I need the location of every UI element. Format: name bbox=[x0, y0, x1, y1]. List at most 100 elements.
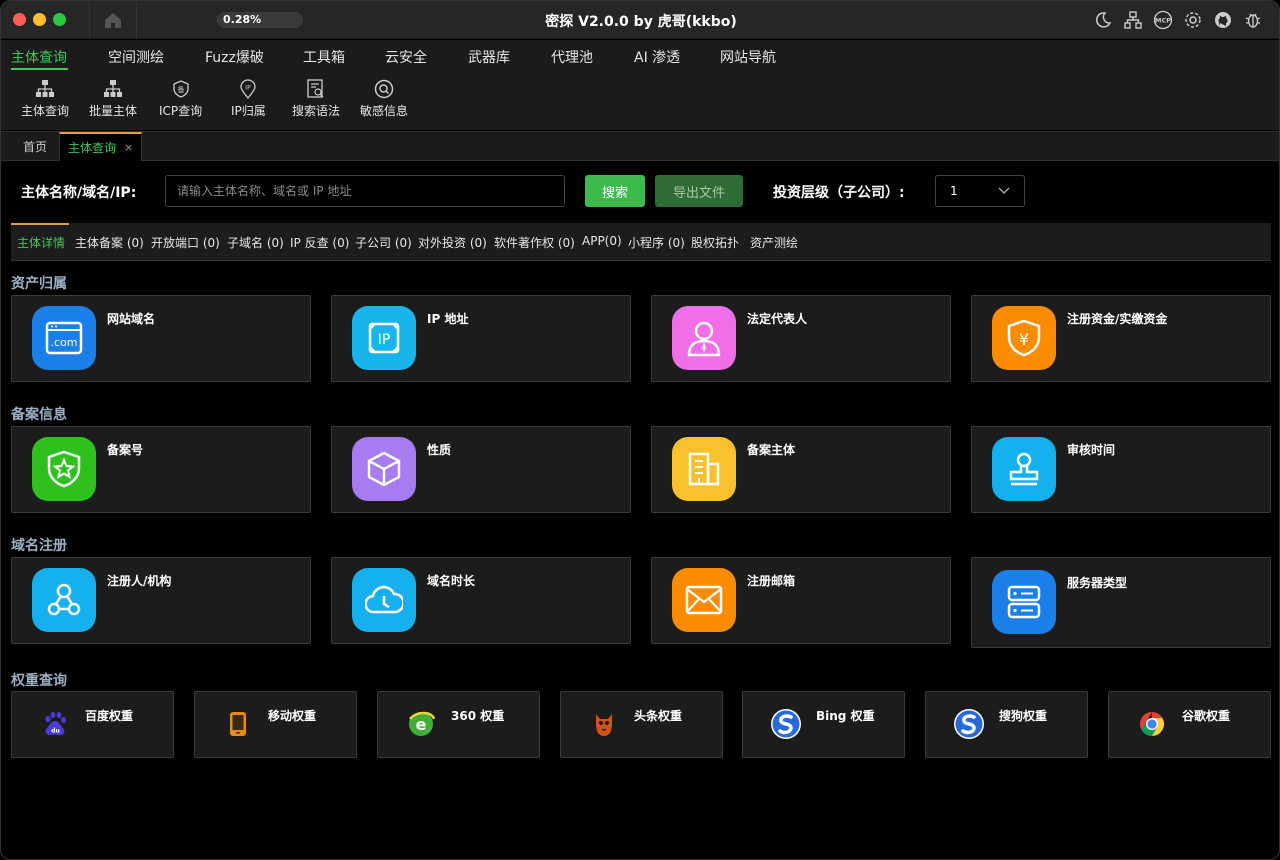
menu-item-fuzz[interactable]: Fuzz爆破 bbox=[205, 47, 264, 67]
card-label: 性质 bbox=[427, 443, 452, 457]
invest-level-select[interactable]: 1 bbox=[935, 175, 1025, 207]
card-domain-age[interactable]: 域名时长 bbox=[331, 557, 631, 644]
tab-entity-query[interactable]: 主体查询 × bbox=[59, 132, 143, 161]
tool-ip-location[interactable]: IP IP归属 bbox=[231, 79, 266, 119]
svg-text:e: e bbox=[416, 715, 427, 734]
subtab-subsidiaries[interactable]: 子公司 (0) bbox=[355, 234, 412, 251]
menu-item-cloud-security[interactable]: 云安全 bbox=[385, 47, 427, 67]
card-label: 注册资金/实缴资金 bbox=[1067, 312, 1168, 326]
card-nature[interactable]: 性质 bbox=[331, 426, 631, 513]
card-label: 域名时长 bbox=[427, 574, 476, 588]
search-input[interactable] bbox=[165, 175, 565, 207]
tool-label: IP归属 bbox=[231, 104, 266, 118]
share-icon bbox=[32, 568, 96, 632]
card-label: 注册人/机构 bbox=[107, 574, 172, 588]
weight-card-mobile[interactable]: 移动权重 bbox=[194, 691, 357, 758]
ip-pin-icon: IP bbox=[240, 79, 257, 99]
close-icon[interactable]: × bbox=[124, 141, 133, 154]
org-chart-icon bbox=[36, 80, 54, 97]
section-title-weights: 权重查询 bbox=[11, 673, 67, 689]
tool-entity-query[interactable]: 主体查询 bbox=[21, 79, 69, 119]
card-label: 注册邮箱 bbox=[747, 574, 796, 588]
moon-icon[interactable] bbox=[1093, 10, 1113, 30]
ip-icon: IP bbox=[352, 306, 416, 370]
tool-batch-entity[interactable]: 批量主体 bbox=[89, 79, 137, 119]
shield-star-icon bbox=[32, 437, 96, 501]
card-label: 备案号 bbox=[107, 443, 144, 457]
subtab-entity-filing[interactable]: 主体备案 (0) bbox=[75, 234, 144, 251]
server-icon bbox=[992, 570, 1056, 634]
card-server-type[interactable]: 服务器类型 bbox=[971, 557, 1271, 648]
baidu-icon: du bbox=[39, 708, 71, 740]
weight-card-360[interactable]: e 360 权重 bbox=[377, 691, 540, 758]
subtab-software-copyright[interactable]: 软件著作权 (0) bbox=[494, 234, 575, 251]
card-filing-number[interactable]: 备案号 bbox=[11, 426, 311, 513]
svg-text:IP: IP bbox=[246, 85, 252, 92]
subtab-mini-program[interactable]: 小程序 (0) bbox=[628, 234, 685, 251]
svg-text:.com: .com bbox=[51, 336, 78, 349]
person-icon bbox=[672, 306, 736, 370]
card-registrant[interactable]: 注册人/机构 bbox=[11, 557, 311, 644]
sitemap-icon[interactable] bbox=[1123, 10, 1143, 30]
card-label: 网站域名 bbox=[107, 312, 156, 326]
card-website-domain[interactable]: .com 网站域名 bbox=[11, 295, 311, 382]
card-review-time[interactable]: 审核时间 bbox=[971, 426, 1271, 513]
weight-card-bing[interactable]: Bing 权重 bbox=[742, 691, 905, 758]
document-search-icon bbox=[307, 79, 324, 98]
card-filing-entity[interactable]: 备案主体 bbox=[651, 426, 951, 513]
menu-item-entity-query[interactable]: 主体查询 bbox=[11, 47, 67, 67]
gear-icon[interactable] bbox=[1183, 10, 1203, 30]
card-label: 服务器类型 bbox=[1067, 576, 1128, 590]
search-button[interactable]: 搜索 bbox=[585, 175, 645, 207]
invest-level-label: 投资层级（子公司）: bbox=[773, 185, 905, 201]
card-registrant-email[interactable]: 注册邮箱 bbox=[651, 557, 951, 644]
app-window: 0.28% 密探 V2.0.0 by 虎哥(kkbo) MCP 主体查询 空间测… bbox=[0, 0, 1280, 860]
menu-item-arsenal[interactable]: 武器库 bbox=[468, 47, 510, 67]
building-icon bbox=[672, 437, 736, 501]
card-label: 法定代表人 bbox=[747, 312, 808, 326]
bing-icon bbox=[770, 708, 802, 740]
menu-item-toolbox[interactable]: 工具箱 bbox=[303, 47, 345, 67]
cube-icon bbox=[352, 437, 416, 501]
section-title-asset-ownership: 资产归属 bbox=[11, 276, 67, 292]
tool-search-syntax[interactable]: 搜索语法 bbox=[292, 79, 340, 119]
weight-card-google[interactable]: 谷歌权重 bbox=[1108, 691, 1271, 758]
tool-icp-query[interactable]: 备 ICP查询 bbox=[159, 79, 202, 119]
subtab-equity-topology[interactable]: 股权拓扑 bbox=[691, 234, 739, 251]
github-icon[interactable] bbox=[1213, 10, 1233, 30]
subtab-asset-mapping[interactable]: 资产测绘 bbox=[750, 234, 798, 251]
weight-card-baidu[interactable]: du 百度权重 bbox=[11, 691, 174, 758]
export-button[interactable]: 导出文件 bbox=[655, 175, 743, 207]
subtab-investments[interactable]: 对外投资 (0) bbox=[418, 234, 487, 251]
subtab-entity-detail[interactable]: 主体详情 bbox=[17, 234, 65, 251]
svg-text:IP: IP bbox=[378, 332, 391, 348]
bug-icon[interactable] bbox=[1243, 10, 1263, 30]
subtab-subdomains[interactable]: 子域名 (0) bbox=[227, 234, 284, 251]
weight-card-toutiao[interactable]: 头条权重 bbox=[560, 691, 723, 758]
main-menu: 主体查询 空间测绘 Fuzz爆破 工具箱 云安全 武器库 代理池 AI 渗透 网… bbox=[1, 40, 1279, 72]
toolbar: 主体查询 批量主体 备 ICP查询 IP IP归属 搜索语法 敏感信息 bbox=[1, 72, 1279, 130]
card-legal-rep[interactable]: 法定代表人 bbox=[651, 295, 951, 382]
tool-label: 主体查询 bbox=[21, 104, 70, 118]
weight-label: Bing 权重 bbox=[816, 709, 875, 723]
card-registered-capital[interactable]: ¥ 注册资金/实缴资金 bbox=[971, 295, 1271, 382]
tab-home[interactable]: 首页 bbox=[15, 132, 55, 161]
card-ip-address[interactable]: IP IP 地址 bbox=[331, 295, 631, 382]
tool-sensitive-info[interactable]: 敏感信息 bbox=[360, 79, 408, 119]
menu-item-proxy-pool[interactable]: 代理池 bbox=[551, 47, 593, 67]
search-label: 主体名称/域名/IP: bbox=[21, 185, 137, 201]
menu-item-site-nav[interactable]: 网站导航 bbox=[720, 47, 776, 67]
menu-item-space-mapping[interactable]: 空间测绘 bbox=[108, 47, 164, 67]
mail-icon bbox=[672, 568, 736, 632]
weight-card-sogou[interactable]: 搜狗权重 bbox=[925, 691, 1088, 758]
subtab-open-ports[interactable]: 开放端口 (0) bbox=[151, 234, 220, 251]
subtab-app[interactable]: APP(0) bbox=[582, 234, 622, 248]
tool-label: ICP查询 bbox=[159, 104, 203, 118]
document-tabs: 首页 主体查询 × bbox=[1, 131, 1279, 161]
svg-text:备: 备 bbox=[177, 85, 184, 94]
mcp-icon[interactable]: MCP bbox=[1153, 10, 1173, 30]
subtab-ip-reverse[interactable]: IP 反查 (0) bbox=[290, 234, 349, 251]
menu-item-ai-pentest[interactable]: AI 渗透 bbox=[634, 47, 680, 67]
weight-label: 百度权重 bbox=[85, 709, 134, 723]
card-label: IP 地址 bbox=[427, 312, 469, 326]
